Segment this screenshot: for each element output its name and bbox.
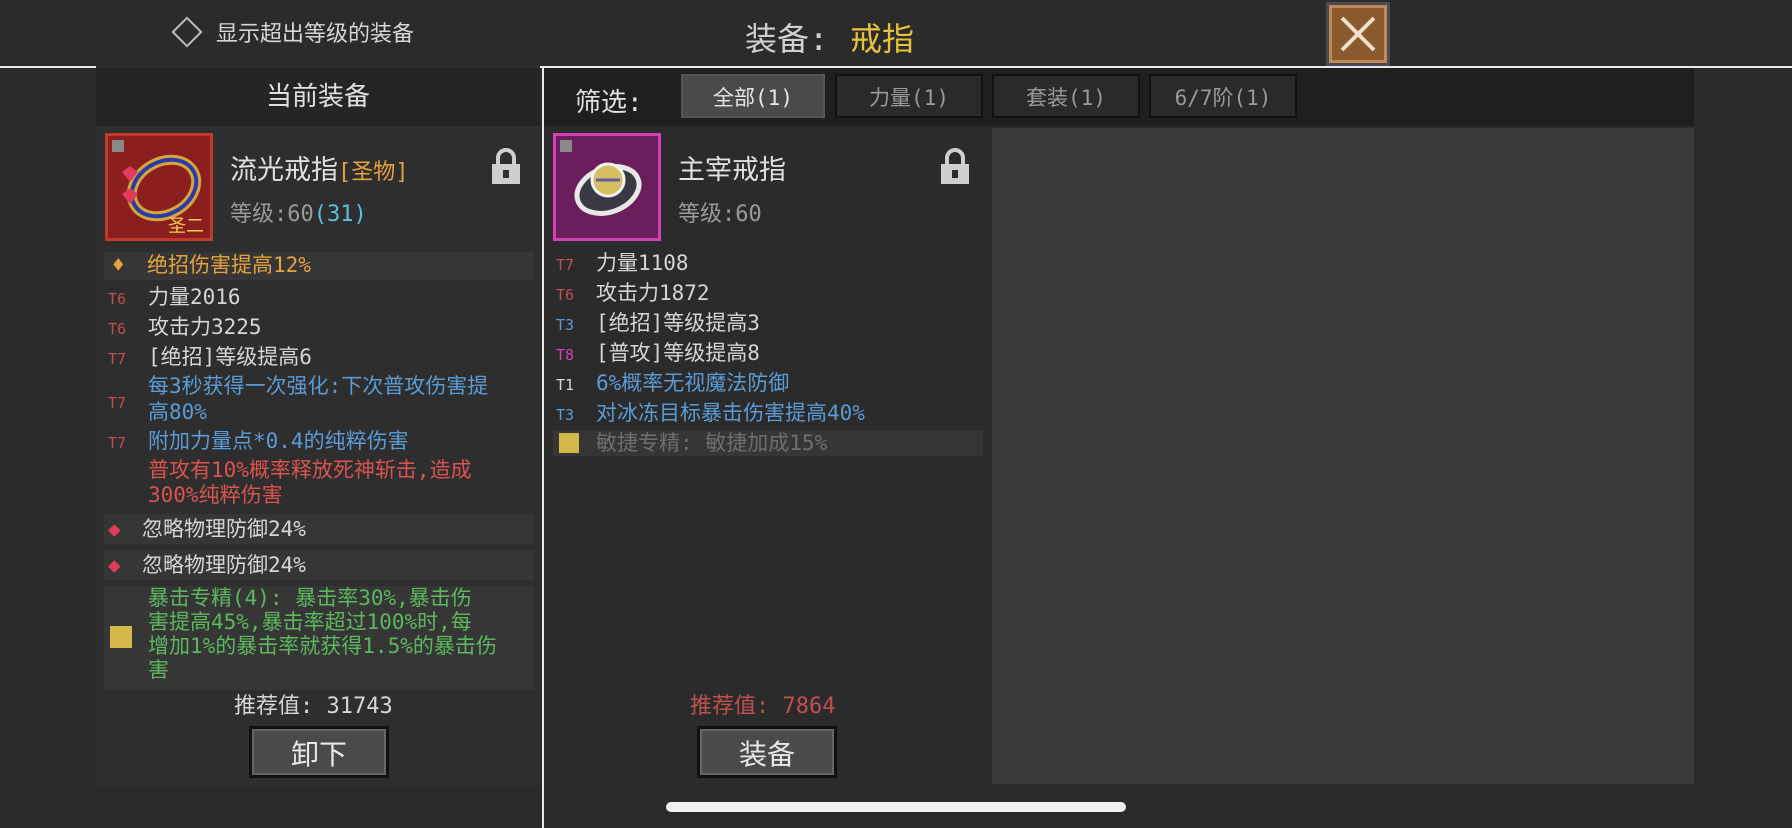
level-value: 60 [735, 202, 762, 227]
stat-row: T6 攻击力3225 [108, 313, 262, 344]
flame-icon: ♦ [112, 253, 125, 277]
tier-label-text: T7 [108, 394, 127, 412]
show-over-level-toggle[interactable]: 显示超出等级的装备 [171, 16, 415, 48]
filter-label: 筛选: [575, 88, 643, 118]
unequip-button[interactable]: 卸下 [249, 726, 389, 778]
gem-stat: ◆ 忽略物理防御24% [108, 515, 306, 544]
tab-tier-6-7[interactable]: 6/7阶(1) [1149, 74, 1297, 118]
stat-row: T1 6%概率无视魔法防御 [556, 369, 789, 400]
stat-row: T7 附加力量点*0.4的纯粹伤害 [108, 427, 409, 458]
page-title-label: 装备: [745, 20, 829, 58]
set-bonus-text: 敏捷专精: 敏捷加成15% [596, 431, 828, 455]
set-bonus-text: 暴击专精(4): 暴击率30%,暴击伤 害提高45%,暴击率超过100%时,每 … [148, 586, 497, 682]
stat-row: T6 攻击力1872 [556, 279, 710, 310]
stat-row: T7 力量1108 [556, 249, 689, 280]
level-label: 等级: [230, 202, 288, 227]
tier-label: T7 [108, 350, 127, 368]
tier-label: T6 [108, 290, 127, 308]
stat-row: T3 [绝招]等级提高3 [556, 309, 760, 340]
level-extra: (31) [313, 202, 367, 227]
stat-row: T7 [绝招]等级提高6 [108, 343, 312, 374]
current-equipment-heading: 当前装备 [96, 68, 540, 126]
tab-strength[interactable]: 力量(1) [835, 74, 983, 118]
stat-text-line1: 每3秒获得一次强化:下次普攻伤害提 [148, 374, 489, 398]
page-title-value: 戒指 [850, 20, 915, 58]
stat-text: 力量2016 [148, 285, 241, 309]
lock-icon[interactable] [939, 148, 969, 186]
stat-text-line1: 普攻有10%概率释放死神斩击,造成 [148, 458, 472, 482]
stat-text: 攻击力3225 [148, 315, 262, 339]
toggle-label: 显示超出等级的装备 [216, 22, 415, 47]
set-bonus-line: 害提高45%,暴击率超过100%时,每 [148, 610, 472, 634]
candidate-item-level: 等级:60 [678, 196, 762, 228]
stat-text: 力量1108 [596, 251, 689, 275]
stat-row: T6 力量2016 [108, 283, 241, 314]
stat-text-multiline: 普攻有10%概率释放死神斩击,造成 300%纯粹伤害 [148, 458, 472, 508]
recommend-score: 推荐值: 31743 [234, 688, 393, 720]
stat-text: 攻击力1872 [596, 281, 710, 305]
gem-icon: ◆ [108, 517, 121, 541]
tier-label: T3 [556, 316, 575, 334]
current-item-tag: [圣物] [338, 160, 409, 185]
recommend-value: 31743 [326, 694, 393, 719]
stat-text: 绝招伤害提高12% [147, 253, 311, 277]
stat-row: T8 [普攻]等级提高8 [556, 339, 760, 370]
stat-text-line2: 高80% [148, 400, 207, 424]
stat-text: [绝招]等级提高6 [148, 345, 312, 369]
tab-set[interactable]: 套装(1) [992, 74, 1140, 118]
current-item-level: 等级:60(31) [230, 196, 367, 228]
empty-list-area [992, 128, 1694, 784]
current-item-name: 流光戒指[圣物] [230, 148, 409, 187]
recommend-label: 推荐值: [234, 694, 314, 719]
level-value: 60 [287, 202, 314, 227]
candidate-item-icon[interactable] [553, 133, 661, 241]
ring-icon [560, 140, 642, 216]
stat-text: 对冰冻目标暴击伤害提高40% [596, 401, 865, 425]
stat-text: [绝招]等级提高3 [596, 311, 760, 335]
recommend-value: 7864 [782, 694, 836, 719]
stat-text-multiline: 每3秒获得一次强化:下次普攻伤害提 高80% [148, 373, 488, 425]
item-rank-badge: 圣二 [168, 216, 204, 237]
scroll-icon [110, 626, 132, 648]
equip-button[interactable]: 装备 [697, 726, 837, 778]
tier-label: T7 [108, 434, 127, 452]
stat-row: ♦ 绝招伤害提高12% [112, 251, 311, 280]
stat-text: [普攻]等级提高8 [596, 341, 760, 365]
scroll-icon [559, 433, 579, 453]
tier-label: T7 [108, 387, 138, 418]
stat-text-line2: 300%纯粹伤害 [148, 483, 283, 507]
stat-row: T3 对冰冻目标暴击伤害提高40% [556, 399, 865, 430]
home-indicator[interactable] [666, 802, 1126, 812]
tier-label: T3 [556, 406, 575, 424]
padlock-icon [492, 148, 520, 184]
gem-text: 忽略物理防御24% [142, 517, 306, 541]
set-bonus-line: 增加1%的暴击率就获得1.5%的暴击伤 [148, 634, 497, 658]
gem-icon: ◆ [108, 553, 121, 577]
stat-text: 6%概率无视魔法防御 [596, 371, 790, 395]
close-button[interactable] [1326, 2, 1390, 66]
gem-stat: ◆ 忽略物理防御24% [108, 551, 306, 580]
current-item-name-text: 流光戒指 [230, 155, 338, 186]
tier-label: T1 [556, 376, 575, 394]
set-bonus-line: 害 [148, 658, 169, 682]
padlock-icon [941, 148, 969, 184]
tab-all[interactable]: 全部(1) [681, 74, 825, 118]
recommend-score: 推荐值: 7864 [690, 688, 835, 720]
tier-label: T7 [556, 256, 575, 274]
tier-label: T8 [556, 346, 575, 364]
diamond-checkbox-icon[interactable] [171, 16, 203, 48]
candidate-item-name: 主宰戒指 [678, 155, 786, 186]
recommend-label: 推荐值: [690, 694, 770, 719]
level-label: 等级: [678, 202, 736, 227]
tier-label: T6 [556, 286, 575, 304]
lock-icon[interactable] [490, 148, 520, 186]
gem-text: 忽略物理防御24% [142, 553, 306, 577]
stat-text: 附加力量点*0.4的纯粹伤害 [148, 429, 409, 453]
current-item-icon[interactable]: 圣二 [105, 133, 213, 241]
set-bonus-line: 暴击专精(4): 暴击率30%,暴击伤 [148, 586, 472, 610]
close-icon [1340, 16, 1376, 52]
tier-label: T6 [108, 320, 127, 338]
